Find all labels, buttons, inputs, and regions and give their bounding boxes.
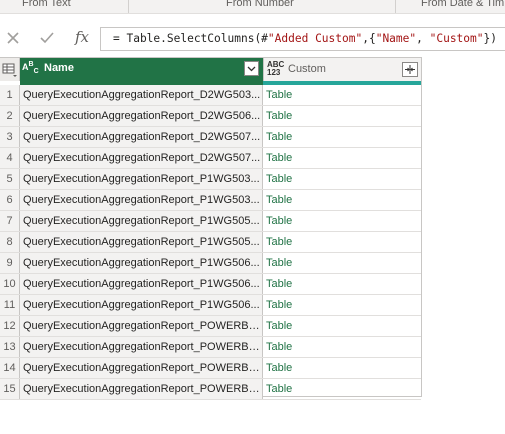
column-header-custom[interactable]: ABC 123 Custom bbox=[263, 58, 421, 81]
custom-cell[interactable]: Table bbox=[263, 274, 424, 294]
row-number[interactable]: 13 bbox=[0, 337, 20, 357]
custom-cell[interactable]: Table bbox=[263, 253, 424, 273]
row-number[interactable]: 4 bbox=[0, 148, 20, 168]
row-number[interactable]: 8 bbox=[0, 232, 20, 252]
table-row: 11 QueryExecutionAggregationReport_P1WG50… bbox=[0, 295, 421, 316]
custom-cell[interactable]: Table bbox=[263, 295, 424, 315]
table-row: 7 QueryExecutionAggregationReport_P1WG505… bbox=[0, 211, 421, 232]
name-cell[interactable]: QueryExecutionAggregationReport_P1WG506.… bbox=[20, 274, 263, 294]
name-cell[interactable]: QueryExecutionAggregationReport_P1WG503.… bbox=[20, 190, 263, 210]
ribbon-separator bbox=[395, 0, 396, 13]
close-icon[interactable] bbox=[5, 30, 21, 50]
any-type-icon[interactable]: ABC 123 bbox=[267, 61, 284, 77]
row-number[interactable]: 9 bbox=[0, 253, 20, 273]
table-row: 8 QueryExecutionAggregationReport_P1WG505… bbox=[0, 232, 421, 253]
filter-dropdown-button[interactable] bbox=[244, 61, 259, 76]
fx-icon[interactable]: fx bbox=[75, 29, 89, 45]
name-cell[interactable]: QueryExecutionAggregationReport_D2WG503.… bbox=[20, 85, 263, 105]
grid-header: ABC Name ABC 123 Custom bbox=[0, 58, 421, 81]
row-number[interactable]: 14 bbox=[0, 358, 20, 378]
custom-cell[interactable]: Table bbox=[263, 148, 424, 168]
column-header-name[interactable]: ABC Name bbox=[20, 58, 263, 81]
column-header-label: Custom bbox=[288, 63, 326, 75]
row-number[interactable]: 5 bbox=[0, 169, 20, 189]
ribbon-separator bbox=[128, 0, 129, 13]
name-cell[interactable]: QueryExecutionAggregationReport_POWERBI-… bbox=[20, 316, 263, 336]
custom-cell[interactable]: Table bbox=[263, 358, 424, 378]
table-row: 4 QueryExecutionAggregationReport_D2WG507… bbox=[0, 148, 421, 169]
chevron-down-icon bbox=[247, 66, 256, 72]
custom-cell[interactable]: Table bbox=[263, 106, 424, 126]
formula-string: "Added Custom" bbox=[267, 32, 363, 45]
custom-cell[interactable]: Table bbox=[263, 85, 424, 105]
name-cell[interactable]: QueryExecutionAggregationReport_POWERBI-… bbox=[20, 337, 263, 357]
data-grid: ABC Name ABC 123 Custom 1 QueryExecutionAg… bbox=[0, 57, 422, 400]
custom-cell[interactable]: Table bbox=[263, 337, 424, 357]
table-row: 13 QueryExecutionAggregationReport_POWERB… bbox=[0, 337, 421, 358]
name-cell[interactable]: QueryExecutionAggregationReport_POWERBI-… bbox=[20, 358, 263, 378]
formula-text: ,{ bbox=[362, 32, 376, 45]
name-cell[interactable]: QueryExecutionAggregationReport_P1WG505.… bbox=[20, 232, 263, 252]
column-header-label: Name bbox=[44, 62, 74, 74]
check-icon[interactable] bbox=[39, 30, 55, 50]
name-cell[interactable]: QueryExecutionAggregationReport_P1WG506.… bbox=[20, 295, 263, 315]
table-row: 5 QueryExecutionAggregationReport_P1WG503… bbox=[0, 169, 421, 190]
name-cell[interactable]: QueryExecutionAggregationReport_POWERBI-… bbox=[20, 379, 263, 399]
ribbon-strip: From Text From Number From Date & Tim bbox=[0, 0, 505, 14]
formula-text: = Table.SelectColumns(# bbox=[113, 32, 268, 45]
name-cell[interactable]: QueryExecutionAggregationReport_P1WG506.… bbox=[20, 253, 263, 273]
table-row: 9 QueryExecutionAggregationReport_P1WG506… bbox=[0, 253, 421, 274]
row-number[interactable]: 3 bbox=[0, 127, 20, 147]
name-cell[interactable]: QueryExecutionAggregationReport_D2WG506.… bbox=[20, 106, 263, 126]
name-cell[interactable]: QueryExecutionAggregationReport_P1WG505.… bbox=[20, 211, 263, 231]
name-cell[interactable]: QueryExecutionAggregationReport_P1WG503.… bbox=[20, 169, 263, 189]
table-row: 6 QueryExecutionAggregationReport_P1WG503… bbox=[0, 190, 421, 211]
table-menu-button[interactable] bbox=[0, 58, 20, 81]
name-cell[interactable]: QueryExecutionAggregationReport_D2WG507.… bbox=[20, 127, 263, 147]
row-number[interactable]: 15 bbox=[0, 379, 20, 399]
table-row: 2 QueryExecutionAggregationReport_D2WG506… bbox=[0, 106, 421, 127]
name-cell[interactable]: QueryExecutionAggregationReport_D2WG507.… bbox=[20, 148, 263, 168]
custom-cell[interactable]: Table bbox=[263, 190, 424, 210]
row-number[interactable]: 11 bbox=[0, 295, 20, 315]
row-number[interactable]: 2 bbox=[0, 106, 20, 126]
text-type-icon[interactable]: ABC bbox=[22, 60, 39, 76]
table-row: 10 QueryExecutionAggregationReport_P1WG50… bbox=[0, 274, 421, 295]
ribbon-group-from-date-time[interactable]: From Date & Tim bbox=[421, 0, 504, 9]
expand-column-button[interactable] bbox=[402, 62, 418, 77]
custom-cell[interactable]: Table bbox=[263, 316, 424, 336]
formula-text: , bbox=[416, 32, 430, 45]
formula-bar: fx = Table.SelectColumns(#"Added Custom"… bbox=[0, 24, 505, 54]
formula-text: }) bbox=[483, 32, 497, 45]
table-row: 3 QueryExecutionAggregationReport_D2WG507… bbox=[0, 127, 421, 148]
table-row: 15 QueryExecutionAggregationReport_POWERB… bbox=[0, 379, 421, 400]
row-number[interactable]: 10 bbox=[0, 274, 20, 294]
formula-string: "Name" bbox=[375, 32, 417, 45]
ribbon-group-from-number[interactable]: From Number bbox=[226, 0, 294, 9]
table-row: 12 QueryExecutionAggregationReport_POWERB… bbox=[0, 316, 421, 337]
custom-cell[interactable]: Table bbox=[263, 211, 424, 231]
table-row: 1 QueryExecutionAggregationReport_D2WG503… bbox=[0, 85, 421, 106]
custom-cell[interactable]: Table bbox=[263, 379, 424, 399]
expand-icon bbox=[405, 65, 415, 74]
custom-cell[interactable]: Table bbox=[263, 232, 424, 252]
row-number[interactable]: 7 bbox=[0, 211, 20, 231]
custom-cell[interactable]: Table bbox=[263, 127, 424, 147]
ribbon-group-from-text[interactable]: From Text bbox=[22, 0, 71, 9]
table-row: 14 QueryExecutionAggregationReport_POWERB… bbox=[0, 358, 421, 379]
row-number[interactable]: 6 bbox=[0, 190, 20, 210]
row-number[interactable]: 1 bbox=[0, 85, 20, 105]
custom-cell[interactable]: Table bbox=[263, 169, 424, 189]
row-number[interactable]: 12 bbox=[0, 316, 20, 336]
formula-input[interactable]: = Table.SelectColumns(#"Added Custom",{"… bbox=[100, 27, 505, 51]
formula-string: "Custom" bbox=[429, 32, 484, 45]
table-icon bbox=[2, 63, 17, 77]
grid-rows: 1 QueryExecutionAggregationReport_D2WG503… bbox=[0, 85, 421, 400]
